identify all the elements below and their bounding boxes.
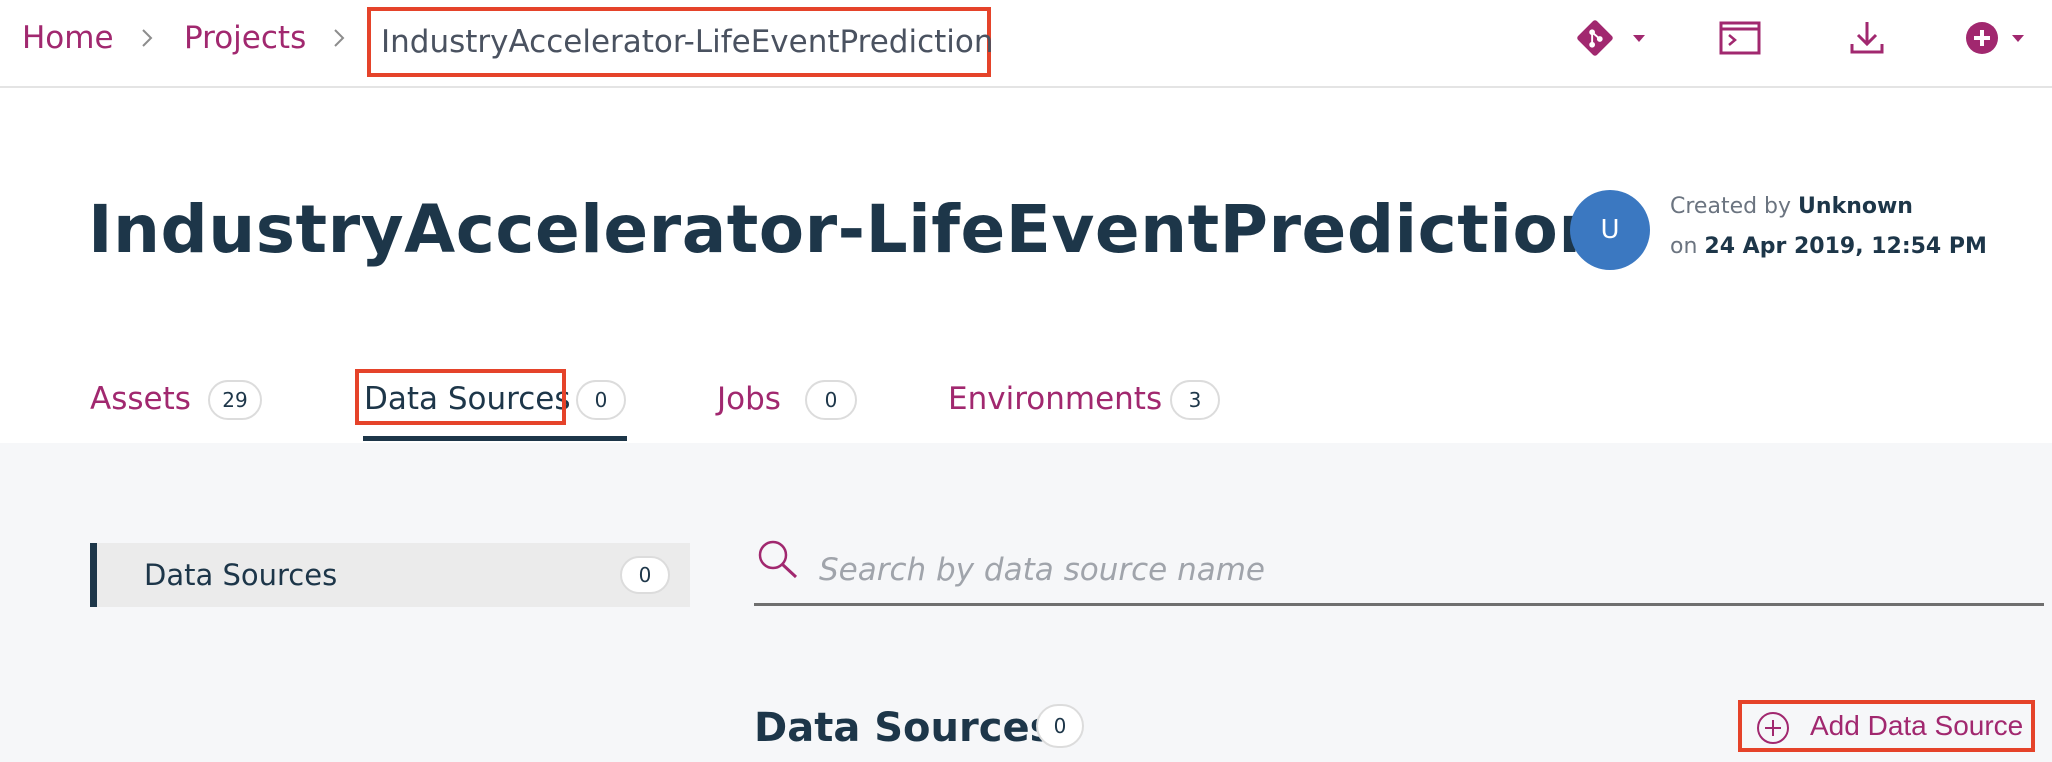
section-title: Data Sources <box>754 705 1054 751</box>
count-badge: 29 <box>208 380 262 420</box>
breadcrumb-projects-link[interactable]: Projects <box>184 18 306 58</box>
terminal-icon[interactable] <box>1718 16 1762 60</box>
creator-name: Unknown <box>1798 194 1913 219</box>
add-circle-icon <box>1757 712 1789 744</box>
search-bar <box>754 536 2044 606</box>
chevron-down-icon[interactable] <box>2012 35 2024 42</box>
active-tab-indicator <box>363 436 627 441</box>
created-date: 24 Apr 2019, 12:54 PM <box>1704 234 1987 259</box>
top-navigation-bar: Home Projects IndustryAccelerator-LifeEv… <box>0 0 2052 88</box>
breadcrumb-current-project: IndustryAccelerator-LifeEventPrediction <box>367 7 994 77</box>
chevron-right-icon <box>142 29 153 47</box>
project-header: IndustryAccelerator-LifeEventPrediction … <box>0 90 2052 443</box>
count-badge: 3 <box>1170 380 1220 420</box>
search-icon <box>758 540 798 579</box>
breadcrumb-home-link[interactable]: Home <box>22 18 114 58</box>
count-badge: 0 <box>620 556 670 594</box>
chevron-down-icon[interactable] <box>1633 35 1645 42</box>
page-title: IndustryAccelerator-LifeEventPrediction <box>88 191 1606 268</box>
avatar: U <box>1570 190 1650 270</box>
chevron-right-icon <box>334 29 345 47</box>
sidebar-item-data-sources[interactable]: Data Sources 0 <box>90 543 690 607</box>
search-input[interactable] <box>819 542 2019 598</box>
created-by-line: Created by Unknown <box>1670 194 1913 219</box>
download-icon[interactable] <box>1847 16 1887 60</box>
git-icon[interactable] <box>1572 16 1618 60</box>
add-circle-icon[interactable] <box>1962 16 2002 60</box>
count-badge: 0 <box>805 380 857 420</box>
count-badge: 0 <box>576 380 626 420</box>
add-data-source-button[interactable]: Add Data Source <box>1738 700 2035 752</box>
count-badge: 0 <box>1036 704 1084 748</box>
created-on-line: on 24 Apr 2019, 12:54 PM <box>1670 234 1987 259</box>
tab-highlight-box <box>355 369 566 425</box>
